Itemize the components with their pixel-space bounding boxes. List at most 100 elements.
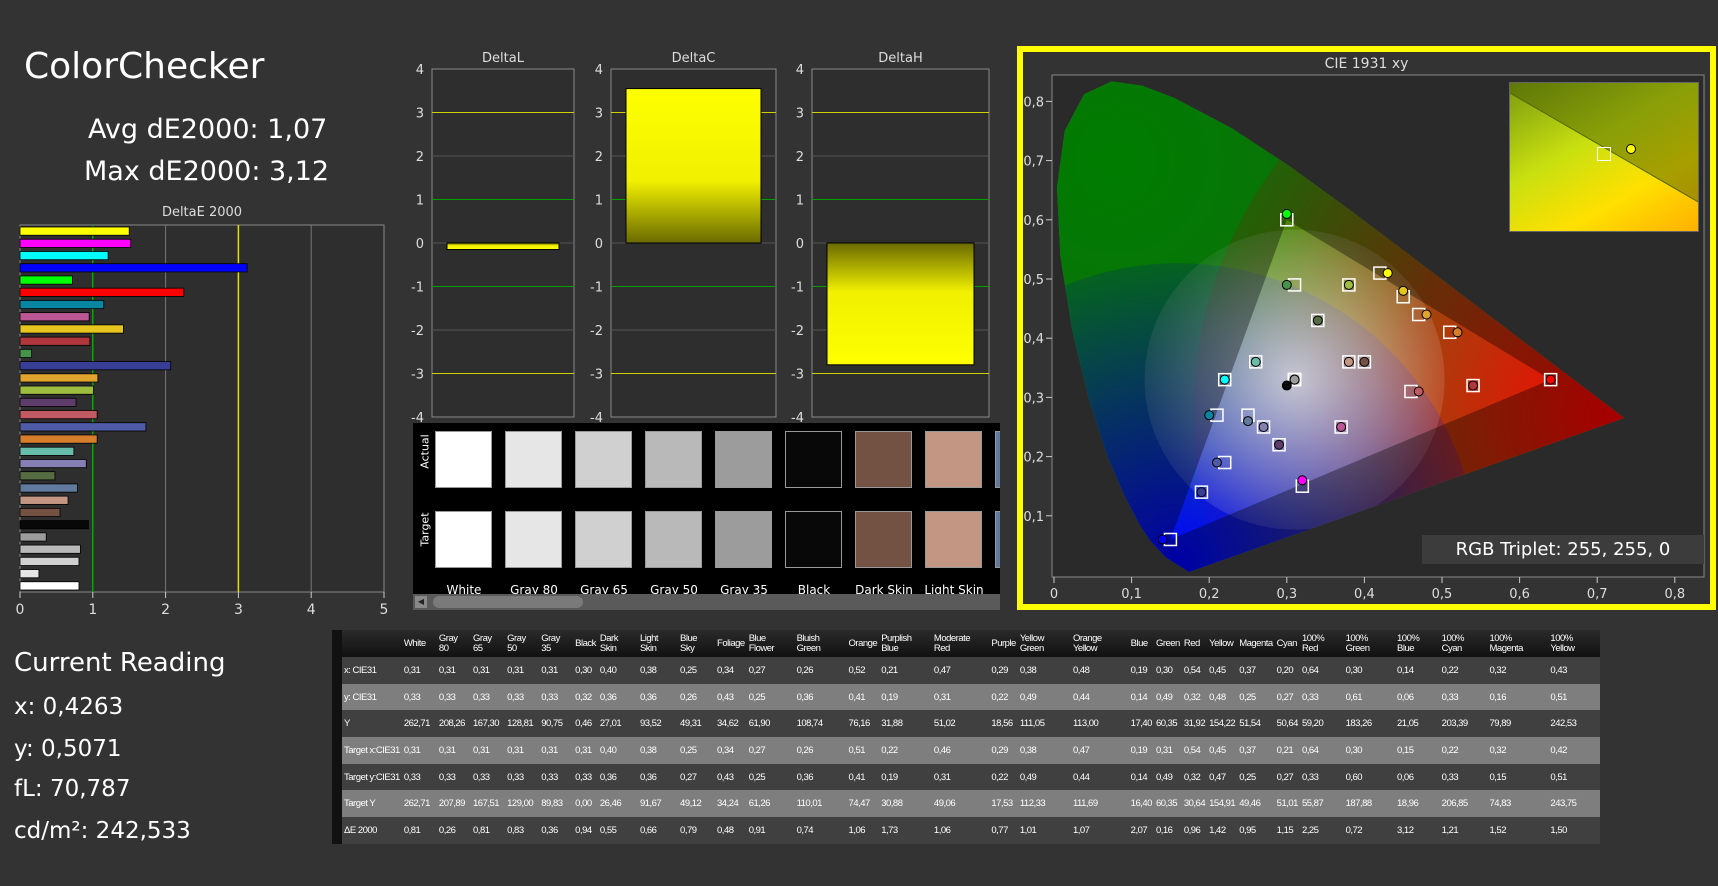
table-cell: 0,48 [715,817,747,844]
table-cell: 0,51 [846,737,880,764]
table-cell: 0,00 [573,790,598,818]
y-tick-label: -2 [590,324,603,339]
x-tick-label: 0,4 [1354,587,1375,602]
table-cell: 0,33 [401,763,437,791]
column-header: Blue Flower [746,630,795,657]
table-cell: 208,26 [436,710,472,738]
column-header: Yellow [1207,630,1238,657]
measured-marker [1196,487,1207,498]
bar-yellow [19,324,124,334]
bar-orange [19,434,98,444]
table-cell: 0,26 [678,683,716,711]
table-row: x: CIE31 0,31 0,31 0,31 0,31 0,31 0,30 0,40 0,38… [337,657,1600,684]
table-cell: 0,33 [505,763,540,791]
bar-gray-50 [19,544,81,554]
table-cell: 0,36 [597,683,638,711]
y-tick-label: 0,7 [1023,155,1044,170]
table-cell: 0,33 [401,683,437,711]
table-cell: 0,34 [715,657,747,684]
x-tick-label: 0,1 [1121,587,1142,602]
table-cell: 0,43 [715,683,747,711]
column-header: Purple [989,630,1018,657]
table-cell: 0,94 [573,817,598,844]
x-tick-label: 3 [234,602,243,618]
swatch-target [855,511,912,568]
table-cell: 0,36 [597,763,638,791]
table-cell: 243,75 [1548,790,1600,818]
table-cell: 0,37 [1237,737,1275,764]
x-tick-label: 0,8 [1664,587,1685,602]
y-tick-label: 0,2 [1023,451,1044,466]
table-cell: 0,31 [505,657,540,684]
row-label: Target x:CIE31 [337,737,402,764]
table-cell: 0,33 [539,683,574,711]
reading-x: x: 0,4263 [14,694,124,720]
table-cell: 0,95 [1237,817,1275,844]
table-cell: 34,62 [715,710,747,738]
y-tick-label: 1 [595,194,603,209]
table-cell: 0,74 [794,817,847,844]
delta-chart-title: DeltaH [878,51,922,66]
table-cell: 0,38 [637,737,679,764]
measured-marker [1219,374,1230,385]
y-tick-label: -2 [791,324,804,339]
table-cell: 0,27 [678,763,716,791]
table-cell: 0,32 [1487,737,1549,764]
bar-blue-flower [19,459,87,469]
table-row: Target x:CIE31 0,31 0,31 0,31 0,31 0,31 0,31 0,… [337,737,1600,764]
bar-foliage [19,471,56,481]
reading-fl: fL: 70,787 [14,776,131,802]
table-cell: 1,07 [1070,817,1129,844]
scroll-left-button[interactable]: ◀ [415,596,427,608]
table-cell: 0,51 [1548,763,1600,791]
measured-marker [1281,279,1292,290]
table-cell: 0,31 [505,737,540,764]
table-cell: 0,25 [746,763,795,791]
table-cell: 59,20 [1299,710,1344,738]
bar-100-red [19,287,185,297]
table-row: Y 262,71 208,26 167,30 128,81 90,75 0,46 27,01 9… [337,710,1600,738]
column-header: Red [1181,630,1208,657]
table-cell: 0,06 [1395,683,1440,711]
table-cell: 0,25 [678,737,716,764]
scrollbar-thumb[interactable] [433,596,583,608]
table-cell: 0,41 [846,763,880,791]
deltae-chart-title: DeltaE 2000 [161,205,243,220]
bar-cyan [19,300,105,310]
measured-marker [1312,315,1323,326]
row-label: Y [337,710,402,738]
table-cell: 0,32 [1487,657,1549,684]
table-cell: 242,53 [1548,710,1600,738]
row-label: ΔE 2000 [337,817,402,844]
table-cell: 79,89 [1487,710,1549,738]
swatch-actual [925,431,982,488]
table-cell: 2,25 [1299,817,1344,844]
measured-marker [1274,439,1285,450]
plot-area [19,224,385,593]
y-tick-label: 2 [595,150,603,165]
table-cell: 154,91 [1207,790,1238,818]
table-cell: 61,90 [746,710,795,738]
table-cell: 0,40 [597,737,638,764]
table-cell: 262,71 [401,790,437,818]
table-cell: 0,15 [1395,737,1440,764]
column-header: Blue Sky [678,630,716,657]
table-cell: 0,19 [1128,657,1154,684]
table-cell: 0,40 [597,657,638,684]
table-cell: 110,01 [794,790,847,818]
bar-bluish-green [19,446,75,456]
bar-100-yellow [19,226,130,236]
x-tick-label: 0,7 [1587,587,1608,602]
table-cell: 0,36 [637,683,679,711]
page-title: ColorChecker [24,46,265,87]
swatch-target [995,511,1000,568]
table-cell: 113,00 [1070,710,1129,738]
table-cell: 0,19 [879,763,932,791]
table-cell: 0,21 [1274,737,1300,764]
table-cell: 0,36 [794,763,847,791]
table-cell: 0,60 [1343,763,1395,791]
table-cell: 0,34 [715,737,747,764]
table-cell: 0,33 [573,763,598,791]
x-tick-label: 4 [307,602,316,618]
horizontal-scrollbar[interactable]: ◀ [413,594,1000,610]
